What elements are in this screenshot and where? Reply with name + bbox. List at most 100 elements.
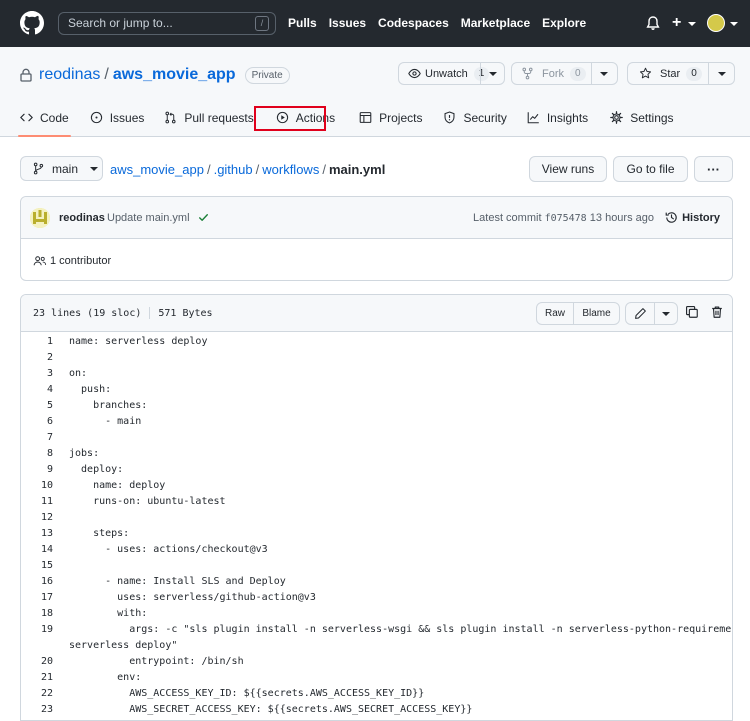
repo-title: reodinas / aws_movie_app Private: [20, 66, 290, 84]
line-number[interactable]: 23: [21, 702, 53, 718]
more-options-button[interactable]: ···: [694, 156, 733, 182]
repo-name-link[interactable]: aws_movie_app: [113, 66, 236, 84]
tab-label: Projects: [379, 111, 423, 125]
commit-message-link[interactable]: Update main.yml: [107, 212, 190, 224]
line-code: entrypoint: /bin/sh: [69, 656, 244, 667]
line-number[interactable]: 15: [21, 558, 53, 574]
breadcrumb-github-link[interactable]: .github: [214, 162, 253, 177]
star-count: 0: [686, 66, 702, 81]
line-number[interactable]: 1: [21, 334, 53, 350]
tab-insights[interactable]: Insights: [527, 108, 588, 137]
line-number[interactable]: 18: [21, 606, 53, 622]
line-code: serverless deploy": [69, 640, 178, 651]
edit-options-dropdown[interactable]: [654, 302, 678, 325]
tab-projects[interactable]: Projects: [359, 108, 422, 137]
contributors-link[interactable]: 1 contributor: [33, 255, 111, 267]
go-to-file-button[interactable]: Go to file: [613, 156, 688, 182]
issue-opened-icon: [90, 111, 102, 124]
nav-marketplace[interactable]: Marketplace: [461, 16, 530, 30]
tab-security[interactable]: Security: [443, 108, 507, 137]
breadcrumb-workflows-link[interactable]: workflows: [262, 162, 319, 177]
trash-icon[interactable]: [710, 305, 724, 319]
git-pull-request-icon: [165, 111, 176, 124]
history-link[interactable]: History: [665, 211, 720, 224]
go-to-file-label: Go to file: [626, 162, 675, 176]
line-number[interactable]: 20: [21, 654, 53, 670]
tab-code[interactable]: Code: [18, 108, 71, 137]
create-new-button[interactable]: +: [672, 14, 681, 32]
line-number[interactable]: 7: [21, 430, 53, 446]
nav-pulls[interactable]: Pulls: [288, 16, 317, 30]
nav-explore[interactable]: Explore: [542, 16, 586, 30]
code-line: 19 args: -c "sls plugin install -n serve…: [21, 622, 732, 638]
latest-commit-label: Latest commit: [473, 212, 542, 224]
line-number[interactable]: 21: [21, 670, 53, 686]
commit-author-link[interactable]: reodinas: [59, 212, 105, 224]
repo-owner-link[interactable]: reodinas: [39, 66, 100, 84]
eye-icon: [408, 68, 421, 79]
line-number[interactable]: 19: [21, 622, 53, 638]
gear-icon: [610, 111, 624, 124]
code-line: 23 AWS_SECRET_ACCESS_KEY: ${{secrets.AWS…: [21, 702, 732, 718]
history-icon: [665, 212, 677, 223]
line-number[interactable]: 10: [21, 478, 53, 494]
line-number[interactable]: 9: [21, 462, 53, 478]
line-number[interactable]: 4: [21, 382, 53, 398]
copy-icon[interactable]: [685, 305, 699, 319]
line-code: AWS_SECRET_ACCESS_KEY: ${{secrets.AWS_SE…: [69, 704, 473, 715]
check-icon[interactable]: [198, 212, 209, 223]
line-number[interactable]: 5: [21, 398, 53, 414]
line-number[interactable]: 2: [21, 350, 53, 366]
unwatch-button[interactable]: Unwatch 1: [398, 62, 505, 85]
line-number[interactable]: 3: [21, 366, 53, 382]
line-number[interactable]: 22: [21, 686, 53, 702]
line-code: - name: Install SLS and Deploy: [69, 576, 286, 587]
line-number[interactable]: 14: [21, 542, 53, 558]
view-runs-button[interactable]: View runs: [529, 156, 607, 182]
table-icon: [359, 112, 372, 123]
commit-meta: Latest commit f075478 13 hours ago: [473, 212, 654, 224]
nav-issues[interactable]: Issues: [329, 16, 366, 30]
blame-button[interactable]: Blame: [573, 302, 620, 325]
line-code: name: serverless deploy: [69, 336, 208, 347]
edit-file-button[interactable]: [625, 302, 655, 325]
tab-pull-requests[interactable]: Pull requests: [164, 108, 254, 137]
chevron-down-icon[interactable]: [688, 22, 696, 26]
line-code: branches:: [69, 400, 148, 411]
line-number[interactable]: 17: [21, 590, 53, 606]
user-avatar[interactable]: [707, 14, 725, 32]
line-code: push:: [69, 384, 112, 395]
bell-icon[interactable]: [645, 15, 661, 32]
raw-button[interactable]: Raw: [536, 302, 574, 325]
file-size: 571 Bytes: [158, 308, 213, 319]
author-avatar[interactable]: [30, 208, 50, 228]
line-code: steps:: [69, 528, 130, 539]
star-button[interactable]: Star 0: [627, 62, 735, 85]
commit-sha-link[interactable]: f075478: [545, 213, 587, 224]
line-number[interactable]: 11: [21, 494, 53, 510]
tab-issues[interactable]: Issues: [90, 108, 144, 137]
git-branch-icon: [33, 162, 44, 175]
search-input[interactable]: Search or jump to... /: [58, 12, 276, 35]
line-number[interactable]: 16: [21, 574, 53, 590]
chevron-down-icon[interactable]: [730, 22, 738, 26]
commit-summary: reodinas Update main.yml Latest commit f…: [21, 197, 732, 239]
nav-codespaces[interactable]: Codespaces: [378, 16, 449, 30]
line-code: AWS_ACCESS_KEY_ID: ${{secrets.AWS_ACCESS…: [69, 688, 425, 699]
star-label: Star: [660, 67, 681, 80]
github-logo-icon[interactable]: [20, 11, 44, 35]
code-line: 5 branches:: [21, 398, 732, 414]
tab-settings[interactable]: Settings: [610, 108, 674, 137]
line-number[interactable]: 8: [21, 446, 53, 462]
line-number[interactable]: 13: [21, 526, 53, 542]
fork-button[interactable]: Fork 0: [511, 62, 618, 85]
fork-label: Fork: [542, 67, 564, 80]
branch-select-button[interactable]: main: [20, 156, 103, 181]
line-number[interactable]: 6: [21, 414, 53, 430]
graph-icon: [527, 112, 539, 124]
identicon-icon: [30, 208, 50, 228]
blame-label: Blame: [582, 308, 611, 319]
breadcrumb-repo-link[interactable]: aws_movie_app: [110, 162, 204, 177]
code-line: 21 env:: [21, 670, 732, 686]
line-number[interactable]: 12: [21, 510, 53, 526]
